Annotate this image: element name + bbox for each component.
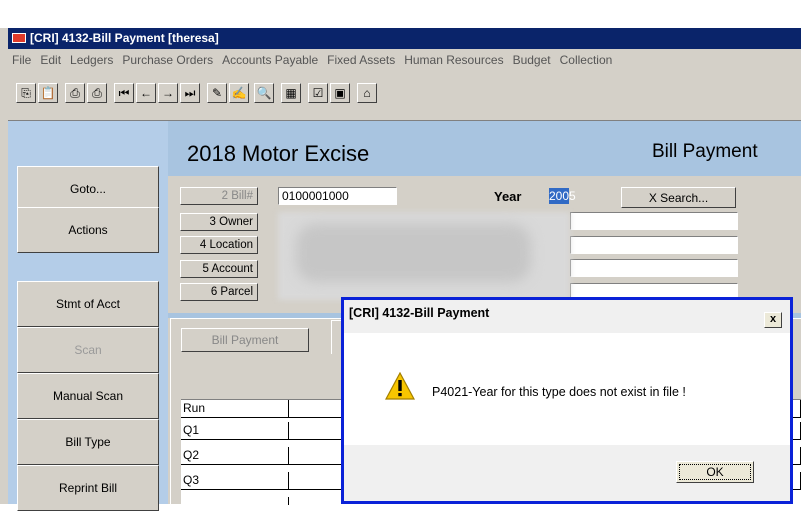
menu-ledgers[interactable]: Ledgers — [70, 53, 113, 67]
year-field[interactable]: 2005 — [549, 188, 576, 204]
properties-icon[interactable]: ☑ — [308, 83, 328, 103]
dialog-close-button[interactable]: x — [764, 312, 782, 328]
menu-file[interactable]: File — [12, 53, 31, 67]
location-extra-field[interactable] — [570, 236, 738, 254]
desktop-strip — [0, 0, 801, 28]
report-alt-icon[interactable]: ✍ — [229, 83, 249, 103]
grid-icon[interactable]: ▣ — [330, 83, 350, 103]
prev-record-icon[interactable]: ← — [136, 83, 156, 103]
menu-fixed-assets[interactable]: Fixed Assets — [327, 53, 395, 67]
goto-button[interactable]: Goto... — [17, 166, 159, 212]
stmt-of-acct-button[interactable]: Stmt of Acct — [17, 281, 159, 327]
table-row[interactable]: Q3 — [181, 472, 289, 490]
bill-number-button[interactable]: 2 Bill# — [180, 187, 258, 205]
menu-edit[interactable]: Edit — [40, 53, 61, 67]
dialog-message: P4021-Year for this type does not exist … — [432, 385, 686, 399]
reprint-bill-button[interactable]: Reprint Bill — [17, 465, 159, 511]
menu-accounts-payable[interactable]: Accounts Payable — [222, 53, 318, 67]
app-icon — [12, 33, 26, 43]
page-title: 2018 Motor Excise — [187, 141, 370, 166]
redacted-info-shade — [296, 224, 531, 282]
menu-purchase-orders[interactable]: Purchase Orders — [122, 53, 213, 67]
table-row[interactable]: Q1 — [181, 422, 289, 440]
location-button[interactable]: 4 Location — [180, 236, 258, 254]
report-icon[interactable]: ✎ — [207, 83, 227, 103]
table-header-run: Run — [181, 400, 289, 418]
paste-icon[interactable]: 📋 — [38, 83, 58, 103]
owner-button[interactable]: 3 Owner — [180, 213, 258, 231]
menu-bar: File Edit Ledgers Purchase Orders Accounts P… — [8, 49, 801, 71]
print-preview-icon[interactable]: ⎙ — [87, 83, 107, 103]
scan-button[interactable]: Scan — [17, 327, 159, 373]
home-icon[interactable]: ⌂ — [357, 83, 377, 103]
table-row[interactable]: Q2 — [181, 447, 289, 465]
dialog-title: [CRI] 4132-Bill Payment — [349, 306, 490, 320]
year-label: Year — [494, 189, 522, 204]
menu-collection[interactable]: Collection — [560, 53, 613, 67]
manual-scan-button[interactable]: Manual Scan — [17, 373, 159, 419]
last-record-icon[interactable]: ⏭ — [180, 83, 200, 103]
owner-extra-field[interactable] — [570, 212, 738, 230]
calculator-icon[interactable]: ▦ — [281, 83, 301, 103]
warning-icon — [384, 371, 416, 403]
window-title: [CRI] 4132-Bill Payment [theresa] — [30, 31, 219, 45]
page-subtitle: Bill Payment — [652, 141, 758, 162]
window-titlebar[interactable]: [CRI] 4132-Bill Payment [theresa] — [8, 28, 801, 49]
toolbar: ⎘ 📋 ⎙ ⎙ ⏮ ← → ⏭ ✎ ✍ 🔍 ▦ ☑ ▣ ⌂ — [8, 71, 801, 121]
account-extra-field[interactable] — [570, 259, 738, 277]
first-record-icon[interactable]: ⏮ — [114, 83, 134, 103]
copy-icon[interactable]: ⎘ — [16, 83, 36, 103]
search-icon[interactable]: 🔍 — [254, 83, 274, 103]
dialog-titlebar[interactable]: [CRI] 4132-Bill Payment — [344, 300, 790, 326]
actions-button[interactable]: Actions — [17, 207, 159, 253]
bill-type-button[interactable]: Bill Type — [17, 419, 159, 465]
bill-number-field[interactable]: 0100001000 — [278, 187, 397, 205]
account-button[interactable]: 5 Account — [180, 260, 258, 278]
print-icon[interactable]: ⎙ — [65, 83, 85, 103]
parcel-button[interactable]: 6 Parcel — [180, 283, 258, 301]
ok-button[interactable]: OK — [676, 461, 754, 483]
search-button[interactable]: X Search... — [621, 187, 736, 208]
tab-bill-payment[interactable]: Bill Payment — [181, 328, 309, 352]
tab-second[interactable] — [331, 320, 341, 354]
menu-human-resources[interactable]: Human Resources — [404, 53, 503, 67]
menu-budget[interactable]: Budget — [513, 53, 551, 67]
next-record-icon[interactable]: → — [158, 83, 178, 103]
